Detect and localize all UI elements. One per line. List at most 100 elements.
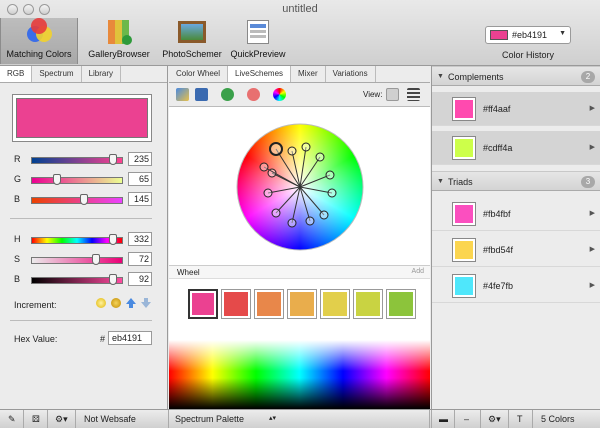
chevron-right-icon[interactable]: ▶	[590, 209, 595, 217]
hue-slider[interactable]	[31, 234, 123, 245]
left-settings-button[interactable]: ⚙▾	[48, 410, 76, 428]
toolbar-photo-schemer[interactable]: PhotoSchemer	[158, 18, 226, 64]
red-slider[interactable]	[31, 154, 123, 165]
list-item[interactable]: #4fe7fb ▶	[432, 269, 600, 303]
updown-icon: ▴▾	[269, 415, 277, 422]
save-icon[interactable]	[195, 88, 208, 101]
green-value-field[interactable]: 65	[128, 172, 152, 186]
toolbar-matching-colors[interactable]: Matching Colors	[0, 18, 78, 64]
picker-tabs: RGB Spectrum Library	[0, 66, 167, 83]
slider-knob[interactable]	[79, 194, 88, 205]
schemes-list-pane: ▼ Complements 2 #ff4aaf ▶ #cdff4a ▶ ▼ Tr…	[431, 66, 600, 409]
count-badge: 3	[581, 176, 595, 188]
slider-knob[interactable]	[109, 234, 118, 245]
color-wheel[interactable]	[169, 107, 430, 265]
tab-rgb[interactable]: RGB	[0, 66, 33, 82]
slider-knob[interactable]	[109, 154, 118, 165]
tab-liveschemes[interactable]: LiveSchemes	[228, 66, 292, 82]
tab-mixer[interactable]: Mixer	[291, 66, 326, 82]
scheme-color-chip[interactable]	[287, 289, 317, 319]
brightness-slider[interactable]	[31, 274, 123, 285]
wheel-section-header: Wheel Add	[169, 265, 430, 279]
blue-value-field[interactable]: 145	[128, 192, 152, 206]
arrow-down-icon[interactable]	[141, 298, 151, 308]
tab-spectrum[interactable]: Spectrum	[32, 66, 82, 82]
chevron-right-icon[interactable]: ▶	[590, 281, 595, 289]
toolbar-gallery-browser[interactable]: GalleryBrowser	[84, 18, 154, 64]
scheme-color-chip[interactable]	[353, 289, 383, 319]
slider-knob[interactable]	[92, 254, 101, 265]
tab-color-wheel[interactable]: Color Wheel	[169, 66, 229, 82]
wheel-handle[interactable]	[271, 208, 281, 218]
view-label: View:	[363, 90, 383, 99]
wheel-handle[interactable]	[287, 218, 297, 228]
arrow-up-icon[interactable]	[126, 298, 136, 308]
text-button[interactable]: T	[509, 410, 533, 428]
sun-dark-icon[interactable]	[111, 298, 121, 308]
add-color-icon[interactable]	[221, 88, 234, 101]
wheel-handle[interactable]	[287, 146, 297, 156]
add-button[interactable]: Add	[412, 268, 424, 275]
new-scheme-icon[interactable]	[176, 88, 189, 101]
hue-value-field[interactable]: 332	[128, 232, 152, 246]
disclosure-icon[interactable]: ▼	[437, 73, 444, 80]
scheme-color-chip[interactable]	[188, 289, 218, 319]
toolbar-quick-preview[interactable]: QuickPreview	[228, 18, 288, 64]
color-swatch	[452, 238, 476, 262]
wheel-handle[interactable]	[301, 142, 311, 152]
red-value-field[interactable]: 235	[128, 152, 152, 166]
slider-knob[interactable]	[109, 274, 118, 285]
wheel-handle[interactable]	[259, 162, 269, 172]
chevron-right-icon[interactable]: ▶	[590, 245, 595, 253]
list-item[interactable]: #cdff4a ▶	[432, 131, 600, 165]
remove-color-icon[interactable]	[247, 88, 260, 101]
blue-slider[interactable]	[31, 194, 123, 205]
color-history-select[interactable]: #eb4191 ▼	[485, 26, 571, 44]
wheel-handle[interactable]	[325, 170, 335, 180]
folder-button[interactable]: ▬	[431, 410, 455, 428]
hex-value-field[interactable]: eb4191	[108, 331, 152, 345]
slider-knob[interactable]	[53, 174, 61, 185]
scheme-color-chip[interactable]	[320, 289, 350, 319]
wheel-handle[interactable]	[327, 188, 337, 198]
scheme-color-chip[interactable]	[386, 289, 416, 319]
view-wheel-icon[interactable]	[386, 88, 399, 101]
tab-variations[interactable]: Variations	[326, 66, 376, 82]
saturation-slider[interactable]	[31, 254, 123, 265]
view-list-icon[interactable]	[407, 88, 420, 101]
group-header-complements[interactable]: ▼ Complements 2	[432, 66, 600, 86]
spectrum-palette[interactable]	[169, 340, 430, 409]
group-header-triads[interactable]: ▼ Triads 3	[432, 171, 600, 191]
gear-icon: ⚙▾	[488, 414, 501, 424]
scheme-color-chip[interactable]	[221, 289, 251, 319]
list-item[interactable]: #fb4fbf ▶	[432, 197, 600, 231]
green-slider[interactable]	[31, 174, 123, 185]
chevron-right-icon[interactable]: ▶	[590, 143, 595, 151]
minus-button[interactable]: –	[455, 410, 481, 428]
color-swatch	[452, 136, 476, 160]
color-wheel-icon[interactable]	[273, 88, 286, 101]
chevron-right-icon[interactable]: ▶	[590, 104, 595, 112]
sun-light-icon[interactable]	[96, 298, 106, 308]
wheel-handle[interactable]	[263, 188, 273, 198]
wheel-handle[interactable]	[305, 216, 315, 226]
divider	[10, 218, 152, 219]
right-settings-button[interactable]: ⚙▾	[481, 410, 509, 428]
list-item[interactable]: #fbd54f ▶	[432, 233, 600, 267]
palette-select[interactable]: Spectrum Palette ▴▾	[168, 410, 430, 428]
eyedropper-button[interactable]: ✎	[0, 410, 24, 428]
slider-row-h: H 332	[0, 232, 168, 248]
scheme-color-chip[interactable]	[254, 289, 284, 319]
dice-button[interactable]: ⚄	[24, 410, 48, 428]
saturation-value-field[interactable]: 72	[128, 252, 152, 266]
status-bar: ✎ ⚄ ⚙▾ Not Websafe Spectrum Palette ▴▾ ▬…	[0, 409, 600, 428]
slider-row-s: S 72	[0, 252, 168, 268]
wheel-handle[interactable]	[269, 142, 283, 156]
wheel-handle[interactable]	[319, 210, 329, 220]
color-picker-pane: RGB Spectrum Library R 235 G 65 B 145 H …	[0, 66, 168, 409]
wheel-handle[interactable]	[315, 152, 325, 162]
list-item[interactable]: #ff4aaf ▶	[432, 92, 600, 126]
disclosure-icon[interactable]: ▼	[437, 178, 444, 185]
brightness-value-field[interactable]: 92	[128, 272, 152, 286]
tab-library[interactable]: Library	[82, 66, 122, 82]
